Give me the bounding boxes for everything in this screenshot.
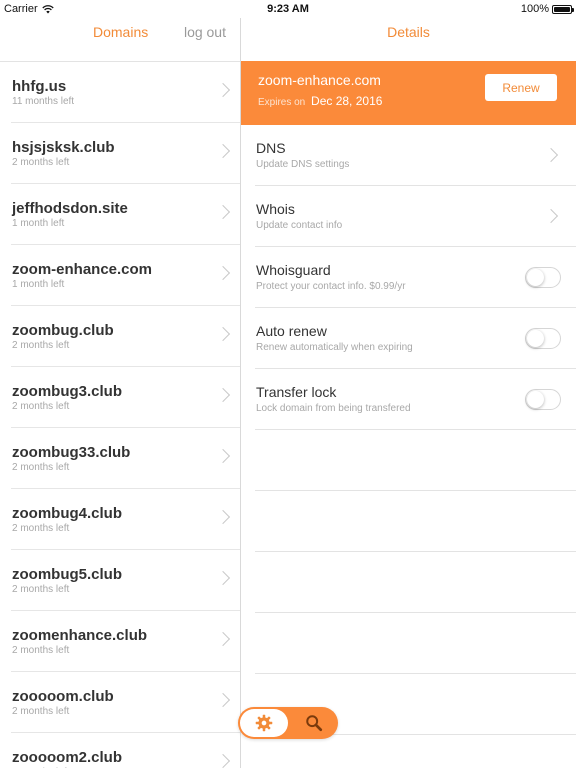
detail-row-subtitle: Update DNS settings (256, 159, 350, 170)
domain-remaining: 2 months left (12, 340, 70, 351)
detail-row-subtitle: Lock domain from being transfered (256, 403, 411, 414)
domain-name: zoombug.club (12, 322, 114, 339)
domain-banner: zoom-enhance.com Expires on Dec 28, 2016… (241, 61, 576, 125)
domain-name: jeffhodsdon.site (12, 200, 128, 217)
logout-button[interactable]: log out (184, 24, 226, 40)
domain-remaining: 2 months left (12, 401, 70, 412)
domain-list-item[interactable]: zoombug5.club 2 months left (11, 550, 240, 611)
domain-list-item[interactable]: zoombug3.club 2 months left (11, 367, 240, 428)
chevron-right-icon (215, 82, 231, 98)
detail-rows: DNS Update DNS settings Whois Update contac… (241, 125, 576, 430)
domain-list-item[interactable]: hhfg.us 11 months left (11, 62, 240, 123)
domain-name: zoomenhance.club (12, 627, 148, 644)
chevron-right-icon (215, 753, 231, 768)
whoisguard-toggle[interactable] (525, 267, 561, 288)
domain-list: hhfg.us 11 months left hsjsjsksk.club 2 mon… (0, 62, 240, 768)
detail-row-whoisguard: Whoisguard Protect your contact info. $0.… (255, 247, 576, 308)
domain-remaining: 11 months left (12, 96, 75, 107)
domain-name: zoombug5.club (12, 566, 122, 583)
chevron-right-icon (215, 326, 231, 342)
status-time: 9:23 AM (267, 3, 309, 15)
domains-title: Domains (93, 24, 149, 40)
settings-segment[interactable] (240, 709, 288, 737)
detail-row-dns[interactable]: DNS Update DNS settings (255, 125, 576, 186)
domain-remaining: 2 months left (12, 584, 70, 595)
detail-row-auto-renew: Auto renew Renew automatically when expir… (255, 308, 576, 369)
chevron-right-icon (543, 147, 559, 163)
domain-remaining: 2 months left (12, 645, 70, 656)
domain-list-item[interactable]: zoom-enhance.com 1 month left (11, 245, 240, 306)
chevron-right-icon (215, 387, 231, 403)
detail-row-whois[interactable]: Whois Update contact info (255, 186, 576, 247)
domain-remaining: 1 month left (12, 279, 65, 290)
auto-renew-toggle[interactable] (525, 328, 561, 349)
domain-name: zooooom.club (12, 688, 114, 705)
domain-list-item[interactable]: zooooom2.club2 months left (11, 733, 240, 768)
chevron-right-icon (215, 692, 231, 708)
domain-name: zoombug33.club (12, 444, 131, 461)
expires-label: Expires on (258, 97, 306, 108)
bottom-segmented-control (238, 707, 338, 739)
expiry-info: Expires on Dec 28, 2016 (258, 94, 382, 108)
detail-row-subtitle: Update contact info (256, 220, 343, 231)
domain-remaining: 1 month left (12, 218, 65, 229)
domain-list-item[interactable]: zoomenhance.club 2 months left (11, 611, 240, 672)
battery-icon (552, 4, 574, 14)
domain-name: zoombug4.club (12, 505, 122, 522)
renew-button[interactable]: Renew (485, 74, 557, 101)
transfer-lock-toggle[interactable] (525, 389, 561, 410)
search-segment[interactable] (290, 709, 338, 737)
domain-list-item[interactable]: zooooom.club 2 months left (11, 672, 240, 733)
search-icon (306, 715, 323, 732)
status-right: 100% (520, 3, 574, 15)
domain-remaining: 2 months left (12, 157, 70, 168)
detail-row-transfer-lock: Transfer lock Lock domain from being tran… (255, 369, 576, 430)
chevron-right-icon (215, 631, 231, 647)
domain-list-item[interactable]: jeffhodsdon.site 1 month left (11, 184, 240, 245)
battery-percent: 100% (520, 3, 549, 15)
selected-domain-name: zoom-enhance.com (258, 72, 381, 88)
domain-name: hhfg.us (12, 78, 67, 95)
details-title: Details (387, 24, 430, 40)
detail-row-label: Auto renew (256, 323, 327, 339)
domain-list-item[interactable]: zoombug4.club 2 months left (11, 489, 240, 550)
domain-list-item[interactable]: zoombug.club 2 months left (11, 306, 240, 367)
domain-name: zooooom2.club (12, 749, 122, 766)
detail-row-subtitle: Renew automatically when expiring (256, 342, 413, 353)
detail-row-label: DNS (256, 140, 286, 156)
domains-header: Domains log out (0, 18, 240, 62)
detail-row-subtitle: Protect your contact info. $0.99/yr (256, 281, 406, 292)
detail-row-label: Transfer lock (256, 384, 337, 400)
gear-icon (255, 714, 273, 732)
domain-remaining: 2 months left (12, 523, 70, 534)
domain-name: zoombug3.club (12, 383, 122, 400)
chevron-right-icon (215, 143, 231, 159)
detail-row-label: Whois (256, 201, 295, 217)
expires-date: Dec 28, 2016 (311, 94, 383, 108)
domain-list-item[interactable]: hsjsjsksk.club 2 months left (11, 123, 240, 184)
toggle-knob (527, 391, 544, 408)
empty-row (255, 613, 576, 674)
empty-row (255, 552, 576, 613)
chevron-right-icon (215, 509, 231, 525)
empty-row (255, 491, 576, 552)
domains-pane: Domains log out hhfg.us 11 months left hsj… (0, 18, 241, 768)
details-pane: Details zoom-enhance.com Expires on Dec … (241, 18, 576, 768)
chevron-right-icon (215, 265, 231, 281)
empty-row (255, 430, 576, 491)
chevron-right-icon (215, 448, 231, 464)
detail-row-label: Whoisguard (256, 262, 331, 278)
domain-list-item[interactable]: zoombug33.club 2 months left (11, 428, 240, 489)
domain-remaining: 2 months left (12, 462, 70, 473)
toggle-knob (527, 269, 544, 286)
details-header: Details (241, 18, 576, 61)
chevron-right-icon (215, 204, 231, 220)
status-bar: Carrier 9:23 AM 100% (0, 0, 576, 18)
domain-name: hsjsjsksk.club (12, 139, 115, 156)
domain-remaining: 2 months left (12, 706, 70, 717)
toggle-knob (527, 330, 544, 347)
chevron-right-icon (543, 208, 559, 224)
domain-name: zoom-enhance.com (12, 261, 153, 278)
chevron-right-icon (215, 570, 231, 586)
